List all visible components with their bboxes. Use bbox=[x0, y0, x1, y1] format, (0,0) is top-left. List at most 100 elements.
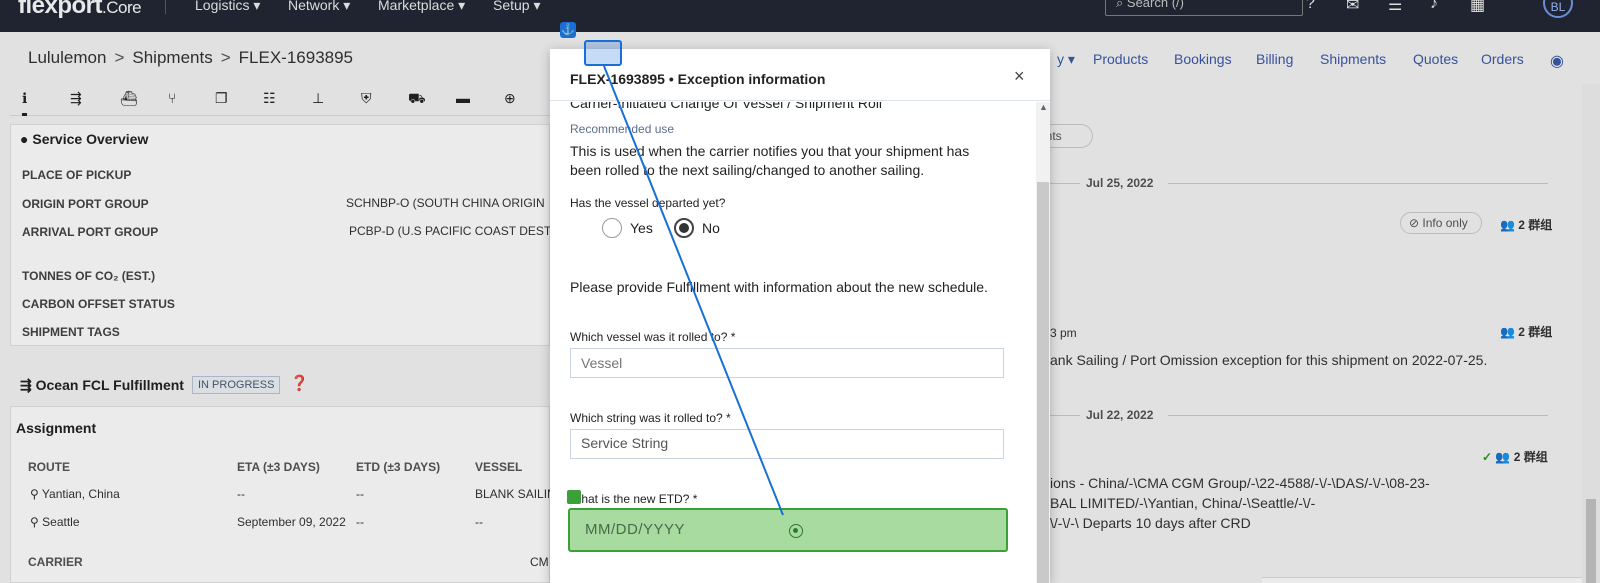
no-label[interactable]: No bbox=[702, 220, 720, 236]
divider bbox=[1168, 183, 1548, 184]
modal-scrollbar[interactable]: ▲ bbox=[1036, 102, 1050, 583]
eta-cell: -- bbox=[237, 487, 245, 501]
timeline-date: Jul 25, 2022 bbox=[1086, 176, 1154, 190]
apps-grid-icon[interactable]: ▦ bbox=[1470, 0, 1485, 15]
etd-date-input[interactable]: MM/DD/YYYY bbox=[568, 508, 1008, 552]
vessel-column-header: VESSEL bbox=[475, 460, 523, 474]
breadcrumb: Lululemon > Shipments > FLEX-1693895 bbox=[28, 48, 354, 67]
check-icon: ✓ bbox=[1482, 450, 1493, 464]
help-circle-icon[interactable]: ❓ bbox=[290, 374, 309, 392]
customs-tab-icon[interactable]: ⛨ bbox=[361, 90, 372, 107]
chat-icon[interactable]: ☰ bbox=[1388, 0, 1402, 15]
scrollbar-thumb[interactable] bbox=[1586, 499, 1596, 583]
origin-port-group-label: ORIGIN PORT GROUP bbox=[22, 197, 149, 211]
tab-orders[interactable]: Orders bbox=[1481, 51, 1524, 67]
info-only-badge: ⊘ Info only bbox=[1400, 212, 1482, 234]
yes-radio[interactable] bbox=[602, 218, 622, 238]
tab-products[interactable]: Products bbox=[1093, 51, 1148, 67]
recommended-use-label: Recommended use bbox=[570, 122, 675, 136]
arrival-port-group-label: ARRIVAL PORT GROUP bbox=[22, 225, 159, 239]
etd-cell: -- bbox=[356, 515, 364, 529]
divider bbox=[1168, 415, 1548, 416]
tab-quotes[interactable]: Quotes bbox=[1413, 51, 1458, 67]
modal-body: Carrier-Initiated Change Of Vessel / Shi… bbox=[550, 102, 1036, 583]
page-scrollbar[interactable] bbox=[1582, 84, 1600, 583]
eta-column-header: ETA (±3 DAYS) bbox=[237, 460, 320, 474]
schedule-instructions: Please provide Fulfillment with informat… bbox=[570, 279, 988, 295]
modal-header: FLEX-1693895 • Exception information × bbox=[550, 49, 1050, 101]
arrival-port-group-value: PCBP-D (U.S PACIFIC COAST DEST bbox=[349, 224, 552, 238]
close-icon[interactable]: × bbox=[1014, 66, 1025, 87]
breadcrumb-client[interactable]: Lululemon bbox=[28, 48, 106, 67]
etd-question: What is the new ETD? * bbox=[570, 492, 698, 506]
scroll-up-icon[interactable]: ▲ bbox=[1039, 102, 1048, 112]
search-input[interactable]: ⌕ Search (/) bbox=[1105, 0, 1303, 16]
shipment-tags-label: SHIPMENT TAGS bbox=[22, 325, 120, 339]
inbox-icon[interactable]: ✉ bbox=[1346, 0, 1359, 15]
vessel-input[interactable] bbox=[570, 348, 1004, 378]
eye-off-icon: ⊘ bbox=[1409, 216, 1420, 230]
top-nav: flexport.Core Logistics ▾ Network ▾ Mark… bbox=[0, 0, 1600, 32]
help-icon[interactable]: ? bbox=[1306, 0, 1315, 13]
ship-tab-icon[interactable]: ⛴ bbox=[120, 90, 138, 107]
recommended-use-text: been rolled to the next sailing/changed … bbox=[570, 162, 925, 178]
etd-column-header: ETD (±3 DAYS) bbox=[356, 460, 441, 474]
people-icon: 👥 bbox=[1495, 450, 1511, 464]
truck-tab-icon[interactable]: ⛟ bbox=[408, 90, 426, 109]
carrier-label: CARRIER bbox=[28, 555, 83, 569]
branch-tab-icon[interactable]: ⑂ bbox=[168, 90, 176, 106]
nav-network[interactable]: Network ▾ bbox=[288, 0, 350, 14]
divider bbox=[1050, 415, 1080, 416]
nav-setup[interactable]: Setup ▾ bbox=[493, 0, 541, 14]
brand-logo[interactable]: flexport.Core bbox=[18, 0, 142, 20]
yes-label[interactable]: Yes bbox=[630, 220, 653, 236]
modal-title: FLEX-1693895 • Exception information bbox=[570, 71, 826, 87]
containers-tab-icon[interactable]: ☷ bbox=[263, 90, 276, 107]
timeline-date: Jul 22, 2022 bbox=[1086, 408, 1154, 422]
assignment-title: Assignment bbox=[16, 420, 97, 436]
shipment-icon-tabs: ℹ ⇶ ⛴ ⑂ ❐ ☷ ⊥ ⛨ ⛟ ▬ ⊕ bbox=[10, 84, 550, 116]
route-tab-icon[interactable]: ⇶ bbox=[70, 90, 82, 107]
fulfillment-title: ⇶ Ocean FCL Fulfillment bbox=[20, 377, 184, 393]
table-row: ⚲ Seattle bbox=[30, 515, 80, 529]
tab-bookings[interactable]: Bookings bbox=[1174, 51, 1232, 67]
eye-icon[interactable]: ◉ bbox=[1550, 51, 1564, 71]
departed-question: Has the vessel departed yet? bbox=[570, 196, 726, 210]
tab-dropdown[interactable]: y ▾ bbox=[1057, 51, 1075, 68]
service-string-input[interactable]: Service String bbox=[570, 429, 1004, 459]
event-text-line: BAL LIMITED/-\Yantian, China/-\Seattle/-… bbox=[1050, 495, 1316, 511]
event-time: 3 pm bbox=[1050, 326, 1077, 340]
folder-tab-icon[interactable]: ▬ bbox=[456, 90, 470, 106]
nav-logistics[interactable]: Logistics ▾ bbox=[195, 0, 260, 14]
info-tab-icon[interactable]: ℹ bbox=[22, 90, 28, 116]
service-overview-title: ● Service Overview bbox=[20, 131, 149, 147]
no-radio[interactable] bbox=[674, 218, 694, 238]
etd-cell: -- bbox=[356, 487, 364, 501]
modal-scrollbar-thumb[interactable] bbox=[1037, 182, 1049, 583]
string-question: Which string was it rolled to? * bbox=[570, 411, 731, 425]
people-icon: 👥 bbox=[1500, 218, 1515, 232]
event-text: ank Sailing / Port Omission exception fo… bbox=[1050, 352, 1488, 368]
place-of-pickup-label: PLACE OF PICKUP bbox=[22, 168, 132, 182]
documents-tab-icon[interactable]: ❐ bbox=[215, 90, 228, 107]
tab-billing[interactable]: Billing bbox=[1256, 51, 1293, 67]
globe-tab-icon[interactable]: ⊕ bbox=[504, 90, 516, 107]
carrier-value: CM bbox=[530, 555, 549, 569]
hierarchy-tab-icon[interactable]: ⊥ bbox=[312, 90, 324, 107]
pin-icon: ⚲ bbox=[30, 487, 39, 501]
pin-icon: ⚲ bbox=[30, 515, 39, 529]
recommended-use-text: This is used when the carrier notifies y… bbox=[570, 143, 970, 159]
vessel-cell: BLANK SAILIN bbox=[475, 487, 556, 501]
target-icon bbox=[789, 524, 803, 538]
divider bbox=[1050, 183, 1080, 184]
exception-modal: FLEX-1693895 • Exception information × C… bbox=[550, 49, 1050, 583]
breadcrumb-shipments[interactable]: Shipments bbox=[132, 48, 212, 67]
nav-marketplace[interactable]: Marketplace ▾ bbox=[378, 0, 465, 14]
tab-shipments[interactable]: Shipments bbox=[1320, 51, 1386, 67]
status-badge: IN PROGRESS bbox=[192, 376, 281, 394]
avatar[interactable]: BL bbox=[1543, 0, 1573, 18]
bell-icon[interactable]: ♪ bbox=[1430, 0, 1438, 13]
breadcrumb-shipment-id: FLEX-1693895 bbox=[238, 48, 354, 67]
vessel-cell: -- bbox=[475, 515, 483, 529]
route-column-header: ROUTE bbox=[28, 460, 70, 474]
